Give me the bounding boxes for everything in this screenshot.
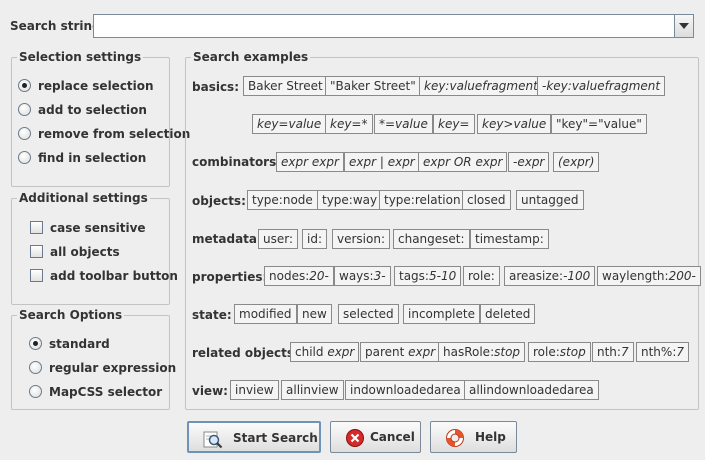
example-expr-and[interactable]: expr expr xyxy=(276,152,344,172)
example-key-equals-any[interactable]: key=* xyxy=(325,114,373,134)
example-role-stop[interactable]: role:stop xyxy=(528,342,591,362)
cancel-button[interactable]: Cancel xyxy=(330,421,421,453)
radio-unchecked-icon xyxy=(18,127,31,140)
example-changeset[interactable]: changeset: xyxy=(393,229,470,249)
example-waylength[interactable]: waylength:200- xyxy=(597,266,701,286)
example-areasize[interactable]: areasize:-100 xyxy=(504,266,596,286)
help-button[interactable]: Help xyxy=(430,421,517,453)
checkbox-label: add toolbar button xyxy=(50,269,178,283)
example-ways-count[interactable]: ways:3- xyxy=(334,266,391,286)
cancel-label: Cancel xyxy=(370,430,415,444)
examples-label-basics: basics: xyxy=(192,80,239,94)
example-any-equals-value[interactable]: *=value xyxy=(374,114,433,134)
cancel-icon xyxy=(346,429,364,447)
checkbox-label: case sensitive xyxy=(50,221,146,235)
radio-label: standard xyxy=(49,337,110,351)
example-allinview[interactable]: allinview xyxy=(281,380,344,400)
search-history-dropdown-button[interactable] xyxy=(674,15,693,37)
example-key-equals-empty[interactable]: key= xyxy=(433,114,475,134)
search-string-input[interactable] xyxy=(96,16,678,36)
example-expr-pipe[interactable]: expr | expr xyxy=(344,152,420,172)
example-nth[interactable]: nth:7 xyxy=(592,342,634,362)
example-inview[interactable]: inview xyxy=(230,380,279,400)
checkbox-unchecked-icon xyxy=(30,269,43,282)
selection-settings-group: Selection settings replace selection add… xyxy=(11,50,190,187)
radio-label: remove from selection xyxy=(38,127,191,141)
example-closed[interactable]: closed xyxy=(462,190,511,210)
chevron-down-icon xyxy=(679,23,689,29)
example-hasrole-stop[interactable]: hasRole:stop xyxy=(438,342,526,362)
search-options-title: Search Options xyxy=(17,308,125,322)
example-timestamp[interactable]: timestamp: xyxy=(470,229,549,249)
checkbox-unchecked-icon xyxy=(30,245,43,258)
example-type-node[interactable]: type:node xyxy=(247,190,318,210)
example-parenthesized-expr[interactable]: (expr) xyxy=(553,152,600,172)
example-child-expr[interactable]: child expr xyxy=(290,342,360,362)
example-role[interactable]: role: xyxy=(463,266,500,286)
example-nth-percent[interactable]: nth%:7 xyxy=(636,342,690,362)
radio-unchecked-icon xyxy=(18,151,31,164)
example-nodes-count[interactable]: nodes:20- xyxy=(264,266,334,286)
search-options-group: Search Options standard regular expressi… xyxy=(11,308,176,410)
radio-label: regular expression xyxy=(49,361,177,375)
checkbox-unchecked-icon xyxy=(30,221,43,234)
examples-label-state: state: xyxy=(192,308,232,322)
start-search-button[interactable]: Start Search xyxy=(187,421,321,453)
example-version[interactable]: version: xyxy=(332,229,390,249)
help-label: Help xyxy=(475,430,506,444)
example-incomplete[interactable]: incomplete xyxy=(403,304,480,324)
example-new[interactable]: new xyxy=(297,304,332,324)
examples-label-related-objects: related objects: xyxy=(192,346,299,360)
example-type-way[interactable]: type:way xyxy=(317,190,383,210)
example-baker-street-quoted[interactable]: "Baker Street" xyxy=(325,76,421,96)
examples-label-objects: objects: xyxy=(192,194,246,208)
start-search-label: Start Search xyxy=(233,431,318,445)
radio-unchecked-icon xyxy=(29,385,42,398)
radio-checked-icon xyxy=(18,79,31,92)
example-allindownloadedarea[interactable]: allindownloadedarea xyxy=(464,380,599,400)
search-examples-title: Search examples xyxy=(191,50,311,64)
example-quoted-key-value[interactable]: "key"="value" xyxy=(551,114,647,134)
example-selected[interactable]: selected xyxy=(338,304,399,324)
example-negated-expr[interactable]: -expr xyxy=(508,152,550,172)
example-id[interactable]: id: xyxy=(302,229,327,249)
selection-settings-title: Selection settings xyxy=(17,50,144,64)
radio-label: replace selection xyxy=(38,79,154,93)
radio-label: add to selection xyxy=(38,103,147,117)
example-indownloadedarea[interactable]: indownloadedarea xyxy=(345,380,466,400)
search-string-combobox[interactable] xyxy=(93,14,694,38)
search-string-label: Search string: xyxy=(10,19,106,33)
example-key-greater-value[interactable]: key>value xyxy=(477,114,552,134)
examples-label-properties: properties: xyxy=(192,270,268,284)
example-modified[interactable]: modified xyxy=(234,304,297,324)
magnifier-icon xyxy=(203,431,223,449)
example-expr-or[interactable]: expr OR expr xyxy=(418,152,508,172)
additional-settings-title: Additional settings xyxy=(17,191,150,205)
radio-unchecked-icon xyxy=(18,103,31,116)
additional-settings-group: Additional settings case sensitive all o… xyxy=(11,191,178,305)
checkbox-label: all objects xyxy=(50,245,120,259)
lifebuoy-icon xyxy=(446,429,464,447)
examples-label-combinators: combinators: xyxy=(192,155,282,169)
example-type-relation[interactable]: type:relation xyxy=(379,190,466,210)
radio-checked-icon xyxy=(29,337,42,350)
example-parent-expr[interactable]: parent expr xyxy=(360,342,441,362)
examples-label-view: view: xyxy=(192,384,228,398)
example-key-equals-value[interactable]: key=value xyxy=(252,114,327,134)
radio-label: find in selection xyxy=(38,151,147,165)
example-deleted[interactable]: deleted xyxy=(480,304,536,324)
example-tags-count[interactable]: tags:5-10 xyxy=(394,266,462,286)
radio-unchecked-icon xyxy=(29,361,42,374)
examples-label-metadata: metadata: xyxy=(192,232,262,246)
example-baker-street[interactable]: Baker Street xyxy=(243,76,328,96)
radio-label: MapCSS selector xyxy=(49,385,163,399)
example-user[interactable]: user: xyxy=(258,229,299,249)
example-untagged[interactable]: untagged xyxy=(516,190,584,210)
example-negated-key-valuefragment[interactable]: -key:valuefragment xyxy=(537,76,666,96)
example-key-valuefragment[interactable]: key:valuefragment xyxy=(419,76,543,96)
